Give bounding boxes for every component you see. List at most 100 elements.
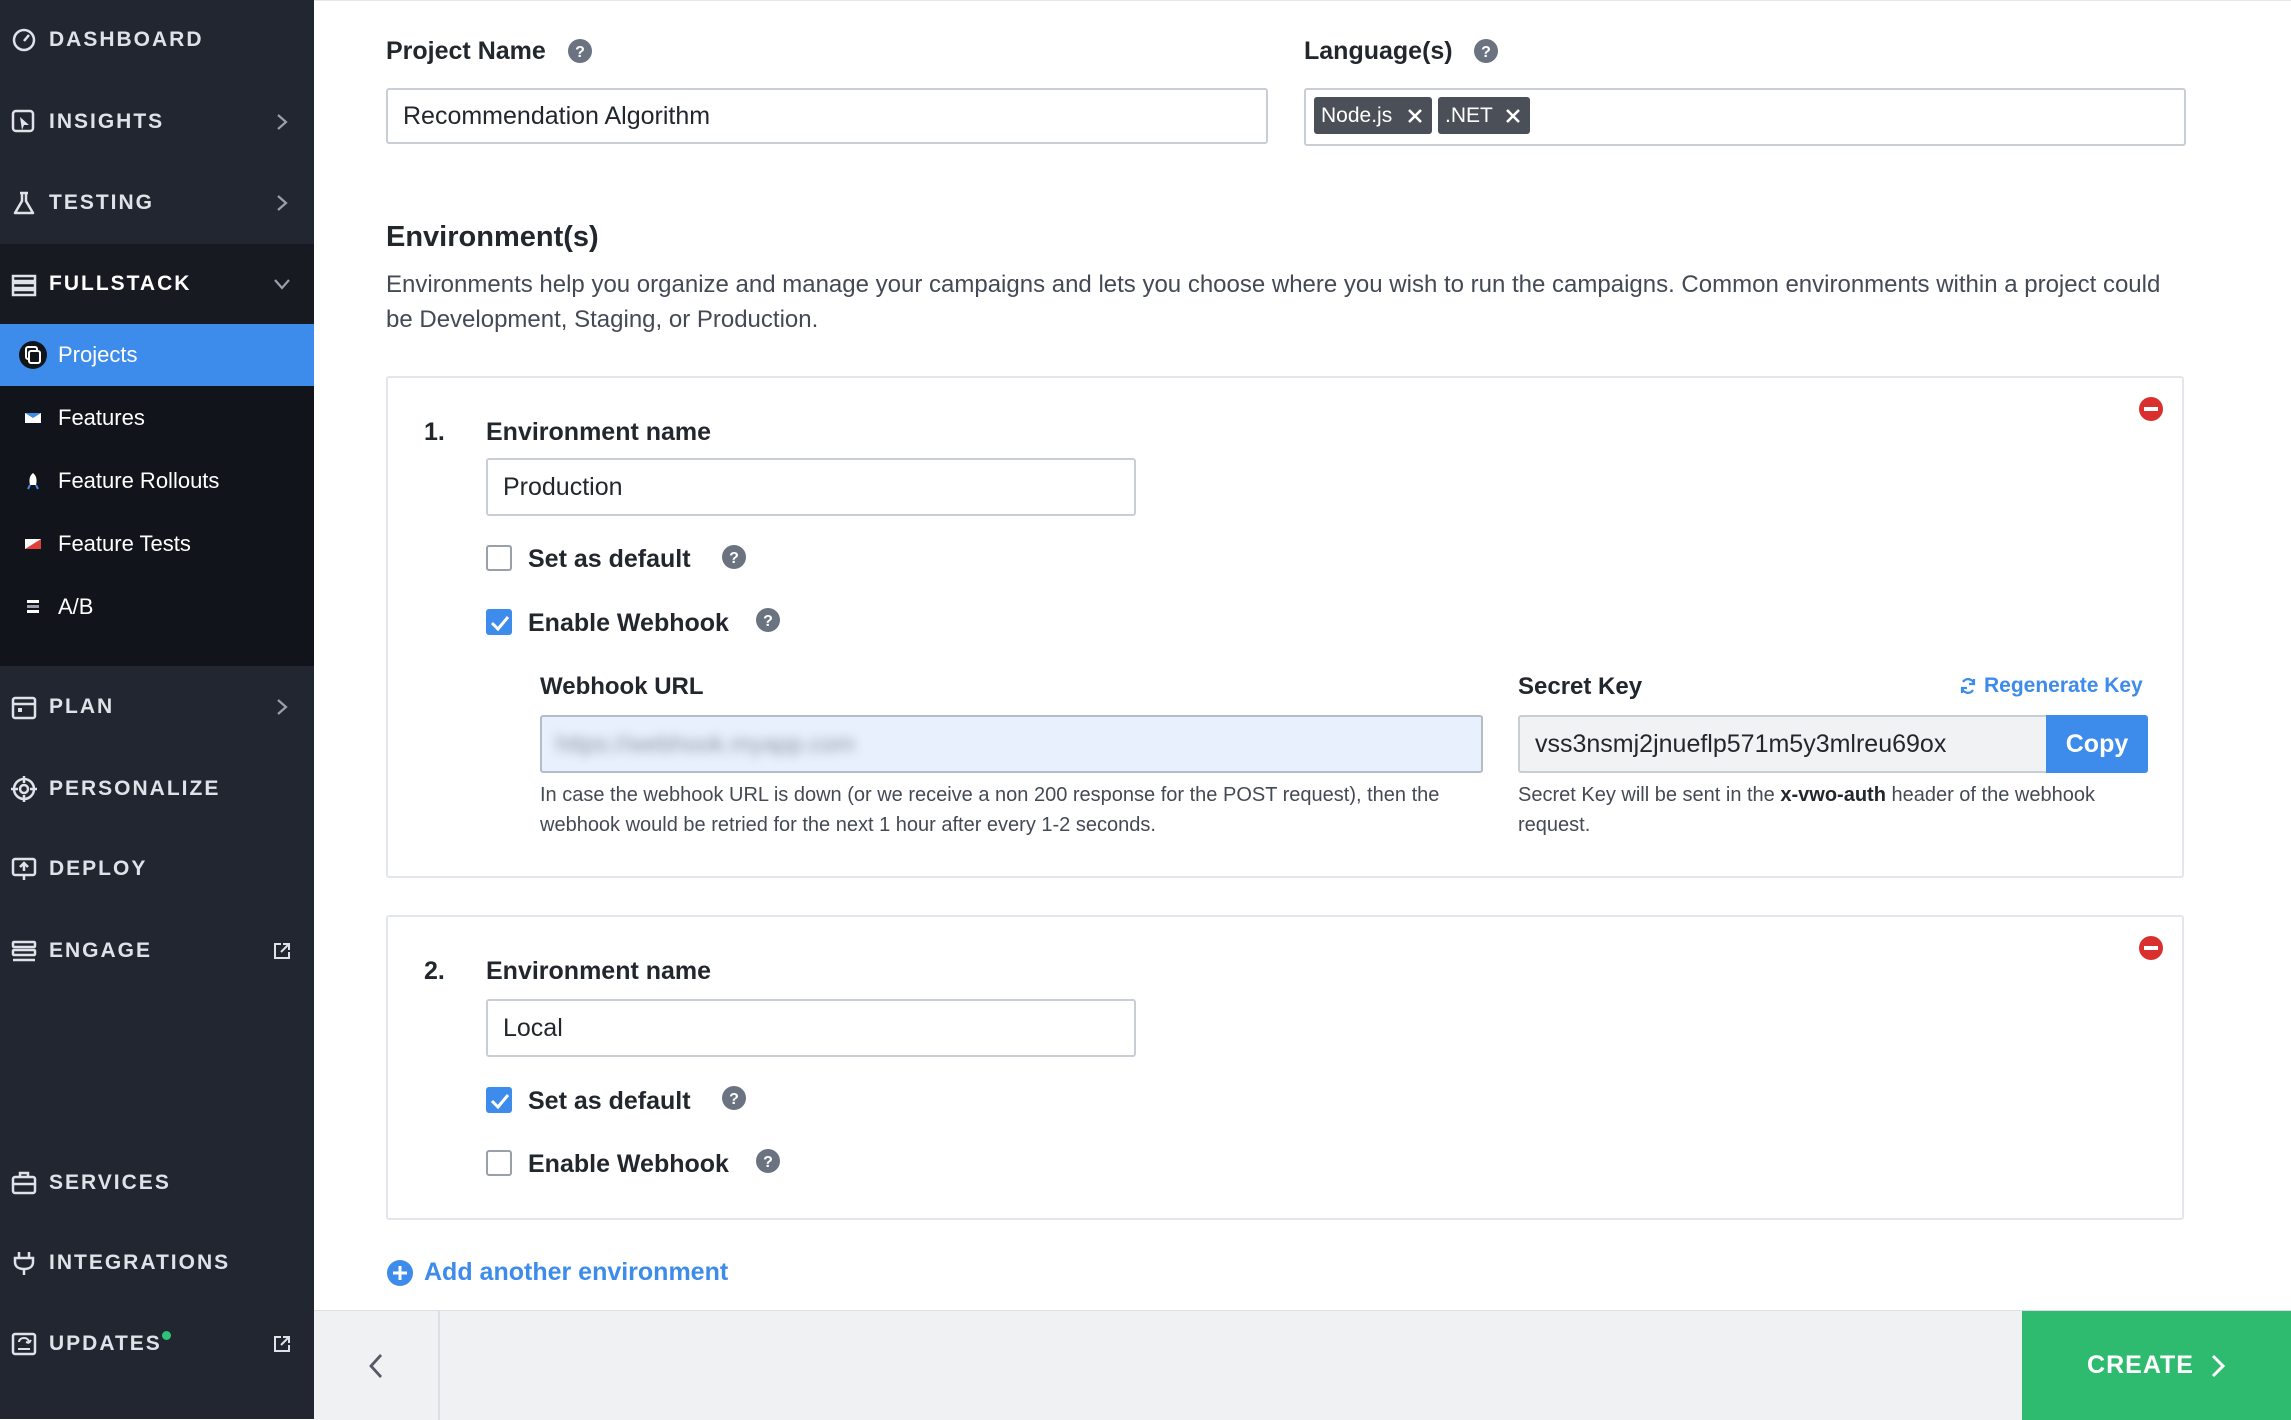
webhook-url-input[interactable]: https://webhook.myapp.com — [540, 715, 1483, 773]
add-environment-button[interactable]: Add another environment — [386, 1258, 728, 1287]
environment-number: 2. — [424, 957, 445, 985]
subnav-projects[interactable]: Projects — [0, 324, 314, 386]
calendar-icon — [11, 696, 37, 720]
subnav-label: Feature Tests — [58, 531, 191, 556]
chevron-right-icon — [277, 114, 288, 130]
nav-personalize[interactable]: PERSONALIZE — [0, 749, 314, 829]
project-form: Project Name ? Recommendation Algorithm … — [314, 0, 2291, 1311]
secret-key-value: vss3nsmj2jnueflp571m5y3mlreu69ox — [1535, 729, 1947, 758]
project-name-input[interactable]: Recommendation Algorithm — [386, 88, 1268, 144]
secret-key-input[interactable]: vss3nsmj2jnueflp571m5y3mlreu69ox — [1518, 715, 2046, 773]
webhook-hint: In case the webhook URL is down (or we r… — [540, 784, 1440, 836]
checkmark-icon — [490, 1094, 510, 1110]
svg-text:?: ? — [1481, 44, 1491, 61]
nav-engage[interactable]: ENGAGE — [0, 911, 314, 991]
languages-multiselect[interactable] — [1304, 88, 2186, 146]
environment-name-input[interactable]: Production — [486, 458, 1136, 516]
nav-updates[interactable]: UPDATES — [0, 1304, 314, 1384]
nav-dashboard[interactable]: DASHBOARD — [0, 0, 314, 80]
subnav-features[interactable]: Features — [0, 387, 314, 449]
briefcase-icon — [11, 1171, 37, 1195]
target-icon — [11, 776, 37, 802]
nav-plan[interactable]: PLAN — [0, 667, 314, 747]
plus-circle-icon — [387, 1259, 413, 1286]
set-default-label: Set as default — [528, 1087, 691, 1115]
svg-text:?: ? — [575, 44, 585, 61]
language-tag-label: Node.js — [1321, 103, 1393, 127]
nav-label: INTEGRATIONS — [49, 1251, 231, 1274]
project-name-value: Recommendation Algorithm — [403, 101, 711, 130]
subnav-label: Projects — [58, 342, 138, 367]
chevron-down-icon — [274, 279, 290, 290]
nav-label: DEPLOY — [49, 857, 148, 880]
remove-icon[interactable] — [2138, 396, 2164, 422]
nav-integrations[interactable]: INTEGRATIONS — [0, 1223, 314, 1303]
nav-insights[interactable]: INSIGHTS — [0, 82, 314, 162]
engage-icon — [11, 940, 37, 962]
external-link-icon — [274, 943, 290, 959]
features-icon — [25, 413, 41, 423]
environment-name-input[interactable]: Local — [486, 999, 1136, 1057]
environment-name-value: Local — [503, 1013, 563, 1042]
remove-icon[interactable] — [2138, 935, 2164, 961]
deploy-icon — [11, 857, 37, 880]
cursor-click-icon — [11, 109, 35, 133]
create-label: CREATE — [2087, 1351, 2194, 1379]
svg-text:?: ? — [729, 550, 739, 567]
nav-fullstack[interactable]: FULLSTACK — [0, 244, 314, 324]
add-environment-label: Add another environment — [424, 1258, 729, 1286]
enable-webhook-checkbox[interactable] — [486, 609, 512, 635]
nav-label: ENGAGE — [49, 939, 153, 962]
svg-text:?: ? — [729, 1091, 739, 1108]
help-icon[interactable]: ? — [756, 608, 780, 632]
nav-label: PERSONALIZE — [49, 777, 221, 800]
nav-label: TESTING — [49, 191, 155, 214]
set-default-checkbox[interactable] — [486, 1087, 512, 1113]
subnav-label: Features — [58, 405, 145, 430]
environments-title: Environment(s) — [386, 221, 599, 253]
secret-hint-header: x-vwo-auth — [1780, 784, 1886, 806]
regenerate-key-label: Regenerate Key — [1984, 674, 2143, 697]
chevron-left-icon — [369, 1353, 383, 1378]
subnav-feature-rollouts[interactable]: Feature Rollouts — [0, 450, 314, 512]
nav-services[interactable]: SERVICES — [0, 1143, 314, 1223]
close-icon[interactable] — [1406, 107, 1424, 125]
environment-card: 1. Environment name Production Set as de… — [386, 376, 2184, 878]
help-icon[interactable]: ? — [1474, 39, 1498, 63]
secret-key-hint: Secret Key will be sent in the x-vwo-aut… — [1518, 780, 2138, 840]
regenerate-key-link[interactable]: Regenerate Key — [1958, 674, 2143, 698]
nav-label: INSIGHTS — [49, 110, 165, 133]
nav-deploy[interactable]: DEPLOY — [0, 829, 314, 909]
nav-testing[interactable]: TESTING — [0, 163, 314, 243]
copy-button[interactable]: Copy — [2046, 715, 2148, 773]
help-icon[interactable]: ? — [756, 1149, 780, 1173]
help-icon[interactable]: ? — [722, 545, 746, 569]
updates-notification-dot — [162, 1331, 171, 1340]
nav-label: SERVICES — [49, 1171, 171, 1194]
nav-label: UPDATES — [49, 1332, 162, 1355]
subnav-ab[interactable]: A/B — [0, 576, 314, 638]
set-default-label: Set as default — [528, 545, 691, 573]
footer-bar: CREATE — [314, 1310, 2291, 1420]
language-tag: Node.js — [1314, 97, 1432, 134]
projects-icon — [19, 341, 47, 369]
stack-icon — [11, 274, 37, 297]
refresh-icon — [1960, 678, 1976, 694]
set-default-checkbox[interactable] — [486, 545, 512, 571]
create-button[interactable]: CREATE — [2022, 1311, 2291, 1420]
chevron-right-icon — [277, 195, 288, 211]
help-icon[interactable]: ? — [568, 39, 592, 63]
rollouts-icon — [27, 473, 39, 490]
feature-tests-icon — [25, 539, 41, 549]
flask-icon — [13, 191, 35, 215]
gauge-icon — [12, 28, 36, 52]
back-button[interactable] — [314, 1311, 440, 1420]
subnav-feature-tests[interactable]: Feature Tests — [0, 513, 314, 575]
enable-webhook-checkbox[interactable] — [486, 1150, 512, 1176]
external-link-icon — [274, 1336, 290, 1352]
environment-name-label: Environment name — [486, 418, 712, 446]
close-icon[interactable] — [1504, 107, 1522, 125]
language-tag-label: .NET — [1445, 103, 1493, 127]
help-icon[interactable]: ? — [722, 1086, 746, 1110]
ab-icon — [27, 600, 39, 613]
